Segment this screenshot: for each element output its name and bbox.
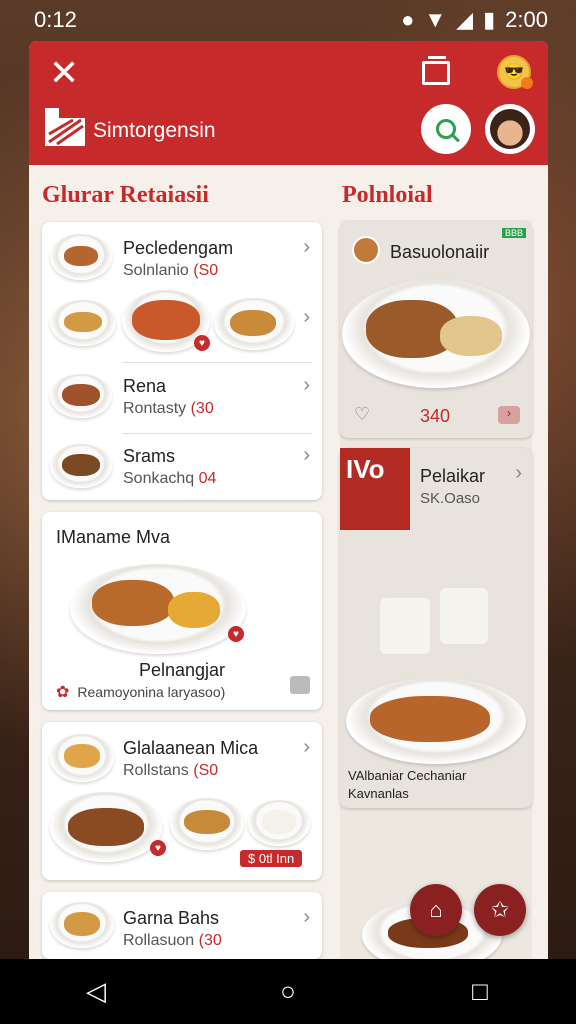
feature-card[interactable]: IManame Mva ♥ Pelnangjar ✿ Reamoyonina l… (42, 512, 322, 710)
notification-icon: ● (401, 7, 415, 32)
item-name: Rena (123, 376, 167, 396)
heart-icon[interactable]: ♡ (354, 404, 370, 425)
menu-card-1: Pecledengam Solnlanio (S0 › ♥ › Rena Ron… (42, 222, 322, 500)
favorite-badge-icon: ♥ (228, 626, 244, 642)
item-name: Garna Bahs (123, 908, 220, 928)
home-icon: ⌂ (429, 897, 443, 922)
chevron-right-icon[interactable]: › (303, 736, 310, 759)
favorite-badge-icon: ♥ (194, 335, 210, 351)
avatar-face (490, 109, 530, 149)
chevron-right-icon[interactable]: › (515, 462, 522, 485)
dish-image (342, 280, 530, 388)
wifi-icon: ▼ (424, 7, 447, 32)
status-time-right: 2:00 (505, 7, 548, 32)
restaurant-logo: IVo (340, 448, 410, 530)
bag-icon[interactable] (290, 676, 310, 694)
right-card-price: 340 (420, 406, 451, 426)
home-circle-icon[interactable]: ○ (258, 976, 318, 1007)
side-dish-image (380, 598, 430, 654)
flower-icon: ✿ (56, 684, 70, 701)
feature-dish-name: Pelnangjar (138, 660, 226, 680)
right-card-title: Basuolonaiir (390, 242, 490, 262)
favorites-button[interactable]: ✩ (474, 884, 526, 936)
dish-image (50, 374, 112, 418)
dish-image (50, 300, 116, 346)
dish-image (50, 734, 114, 782)
list-item[interactable]: Rena Rontasty (30 › (42, 364, 322, 434)
status-bar: 0:12 ● ▼ ◢ ▮ 2:00 (0, 0, 576, 40)
battery-icon: ▮ (483, 7, 496, 32)
cast-icon[interactable] (422, 56, 450, 85)
right-card-2-caption-1: VAlbaniar Cechaniar (348, 768, 467, 783)
new-badge: BBB (501, 228, 526, 238)
brand-name: Simtorgensin (93, 119, 216, 142)
right-card-2-sub: SK.Oaso (420, 490, 481, 507)
close-icon[interactable]: ✕ (49, 55, 79, 91)
feature-caption-row: ✿ Reamoyonina laryasoo) (56, 682, 225, 702)
back-icon[interactable]: ◁ (66, 976, 126, 1007)
menu-card-2[interactable]: Glalaanean Mica Rollstans (S0 › ♥ $ 0tl … (42, 722, 322, 880)
star-icon: ✩ (490, 897, 510, 922)
feature-caption: Reamoyonina laryasoo) (77, 684, 226, 700)
status-time-left: 0:12 (34, 7, 77, 32)
app-window: ✕ 😎 Simtorgensin Glurar Retaiasii Polnlo… (29, 41, 548, 959)
arrow-right-icon[interactable]: › (498, 406, 520, 424)
feature-title: IManame Mva (56, 527, 171, 547)
price-tag: $ 0tl Inn (240, 850, 303, 867)
recents-icon[interactable]: □ (450, 976, 510, 1007)
dish-image (170, 798, 244, 850)
item-sub: Rontasty (30 (123, 400, 214, 417)
item-sub: Rollstans (S0 (123, 762, 219, 779)
dish-image (346, 678, 526, 764)
right-card-2-name: Pelaikar (420, 466, 486, 486)
chevron-right-icon[interactable]: › (303, 236, 310, 259)
feature-dish-image (70, 564, 246, 654)
chevron-right-icon[interactable]: › (303, 374, 310, 397)
dish-image (50, 902, 114, 948)
signal-icon: ◢ (456, 7, 474, 32)
item-sub: Solnlanio (S0 (123, 262, 219, 279)
divider (123, 362, 312, 363)
right-column: Basuolonaiir BBB ♡ 340 › IVo Pelaikar SK… (340, 220, 532, 959)
brand-logo (45, 108, 85, 146)
chevron-right-icon[interactable]: › (303, 906, 310, 929)
item-name: Srams (123, 446, 176, 466)
chevron-right-icon[interactable]: › (303, 306, 310, 329)
sun-emoji-icon[interactable]: 😎 (497, 55, 533, 89)
dish-image (50, 234, 112, 280)
home-button[interactable]: ⌂ (410, 884, 462, 936)
list-item[interactable]: Pecledengam Solnlanio (S0 › ♥ › (42, 222, 322, 362)
right-card-2[interactable]: IVo Pelaikar SK.Oaso › VAlbaniar Cechani… (340, 448, 532, 808)
right-card-1[interactable]: Basuolonaiir BBB ♡ 340 › (340, 222, 532, 438)
avatar[interactable] (485, 104, 535, 154)
dish-image (248, 800, 310, 846)
right-card-2-caption-2: Kavnanlas (348, 786, 409, 801)
left-section-title: Glurar Retaiasii (42, 182, 209, 208)
status-icons: ● ▼ ◢ ▮ 2:00 (401, 7, 548, 33)
item-sub: Rollasuon (30 (123, 932, 222, 949)
item-name: Pecledengam (123, 238, 234, 258)
chevron-right-icon[interactable]: › (303, 444, 310, 467)
app-header: ✕ 😎 Simtorgensin (29, 41, 548, 165)
search-button[interactable] (421, 104, 471, 154)
favorite-badge-icon: ♥ (150, 840, 166, 856)
list-item[interactable]: Srams Sonkachq 04 › (42, 434, 322, 500)
dish-image (50, 792, 162, 862)
side-dish-image (440, 588, 488, 644)
item-name: Glalaanean Mica (123, 738, 259, 758)
system-nav-bar: ◁ ○ □ (0, 959, 576, 1024)
restaurant-icon (352, 236, 380, 264)
right-section-title: Polnloial (342, 182, 433, 208)
search-icon (436, 119, 456, 139)
notification-dot (521, 77, 533, 89)
dish-image (50, 444, 112, 488)
dish-image (214, 298, 294, 350)
item-sub: Sonkachq 04 (123, 470, 217, 487)
menu-card-3[interactable]: Garna Bahs Rollasuon (30 › (42, 892, 322, 959)
